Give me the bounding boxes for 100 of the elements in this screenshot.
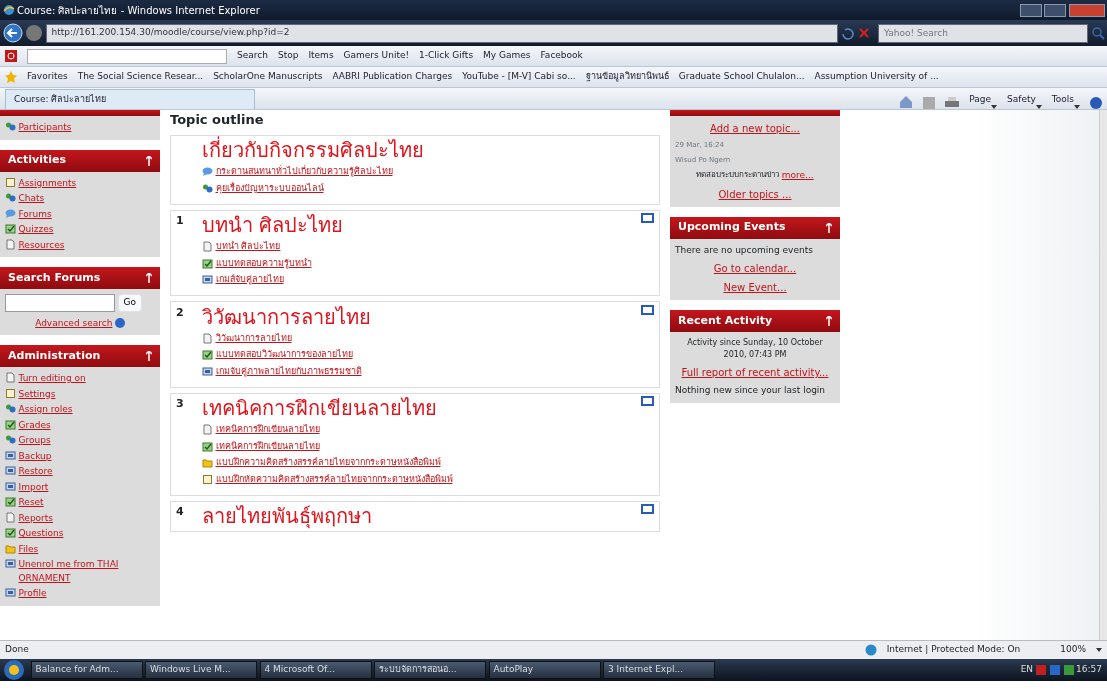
sidebar-link[interactable]: Turn editing on	[18, 372, 86, 386]
block-link[interactable]: Add a new topic...	[675, 121, 835, 136]
news-text: ทดสอบระบบกระดานข่าว	[696, 169, 780, 181]
language-indicator[interactable]: EN	[1020, 663, 1034, 677]
sidebar-link[interactable]: Restore	[18, 465, 53, 479]
block-title: Administration	[8, 347, 101, 364]
card-icon	[5, 480, 16, 492]
clock: 16:57	[1076, 663, 1102, 677]
sidebar-link[interactable]: Unenrol me from THAI ORNAMENT	[18, 558, 129, 585]
scrollbar[interactable]	[1099, 110, 1107, 640]
activity-link[interactable]: แบบฝึกความคิดสร้างสรรค์ลายไทยจากกระดาษหนังสือพิมพ์	[215, 456, 441, 470]
window-icon	[641, 213, 654, 223]
sidebar-link[interactable]: Assignments	[18, 176, 77, 190]
sidebar-link[interactable]: Backup	[18, 449, 52, 463]
card-icon	[5, 558, 16, 569]
favorite-link[interactable]: YouTube - [M-V] Cabi so...	[462, 70, 576, 84]
taskbar-button[interactable]: ระบบจัดการสอนอ...	[374, 661, 486, 679]
checklist-icon	[202, 440, 213, 452]
activity-link[interactable]: แบบฝึกหัดความคิดสร้างสรรค์ลายไทยจากกระดาษหนังสือพิมพ์	[215, 472, 453, 486]
address-field[interactable]: http://161.200.154.30/moodle/course/view.php?id=2	[45, 23, 838, 43]
block-link[interactable]: New Event...	[675, 280, 835, 295]
box-icon	[202, 473, 213, 485]
people-icon	[202, 182, 213, 194]
zoom-control[interactable]: 100%	[1060, 643, 1086, 657]
favorite-link[interactable]: The Social Science Resear...	[77, 70, 204, 84]
toolbar-search-field[interactable]	[27, 48, 227, 64]
sidebar-link[interactable]: Participants	[18, 121, 72, 135]
toolbar-button[interactable]: 1-Click Gifts	[419, 49, 474, 63]
activity-link[interactable]: วิวัฒนาการลายไทย	[215, 331, 292, 345]
toolbar-button[interactable]: Items	[308, 49, 334, 63]
sidebar-link[interactable]: Profile	[18, 587, 47, 601]
block-link[interactable]: Older topics ...	[675, 186, 835, 202]
toggle-icon	[826, 316, 832, 326]
command-menu[interactable]: Safety	[1007, 93, 1036, 109]
activity-link[interactable]: แบบทดสอบความรู้บทนำ	[215, 256, 312, 270]
taskbar-button[interactable]: 3 Internet Expl...	[603, 661, 715, 679]
toolbar-button[interactable]: My Games	[483, 49, 531, 63]
search-field[interactable]	[5, 294, 115, 312]
taskbar-button[interactable]: 4 Microsoft Of...	[259, 661, 372, 679]
activity-link[interactable]: เทคนิคการฝึกเขียนลายไทย	[215, 439, 320, 453]
favorite-link[interactable]: Favorites	[27, 70, 68, 84]
activity-link[interactable]: เทคนิคการฝึกเขียนลายไทย	[215, 423, 320, 437]
card-icon	[202, 274, 213, 286]
advanced-search-link[interactable]: Advanced search	[35, 316, 113, 330]
sidebar-link[interactable]: Resources	[18, 238, 65, 252]
toggle-icon	[146, 155, 152, 166]
block-title: Activities	[8, 152, 67, 169]
minimize-button[interactable]	[1019, 3, 1042, 17]
activity-link[interactable]: บทนำ ศิลปะไทย	[215, 240, 281, 254]
section-number: 4	[176, 504, 185, 520]
block-link[interactable]: Full report of recent activity...	[675, 365, 835, 380]
card-icon	[202, 365, 213, 377]
command-menu[interactable]: Page	[969, 93, 992, 109]
taskbar-button[interactable]: Balance for Adm...	[30, 661, 143, 679]
refresh-icon	[840, 26, 854, 40]
close-button[interactable]	[1068, 3, 1105, 17]
sidebar-link[interactable]: Forums	[18, 207, 52, 221]
favorite-link[interactable]: ฐานข้อมูลวิทยานิพนธ์	[585, 70, 669, 84]
activity-link[interactable]: กระดานสนทนาทั่วไปเกี่ยวกับความรู้ศิลปะไทย	[215, 165, 393, 179]
browser-logo-icon	[2, 4, 15, 16]
block-text: Nothing new since your last login	[675, 384, 827, 397]
taskbar-button[interactable]: Windows Live M...	[145, 661, 257, 679]
favorite-link[interactable]: AABRI Publication Charges	[332, 70, 453, 84]
sidebar-link[interactable]: Chats	[18, 192, 45, 206]
sidebar-link[interactable]: Reports	[18, 511, 54, 525]
back-icon	[2, 23, 23, 43]
activity-link[interactable]: คุยเรื่องปัญหาระบบออนไลน์	[215, 181, 324, 195]
activity-link[interactable]: เกมจับคู่ภาพลายไทยกับภาพธรรมชาติ	[215, 364, 362, 378]
block-link[interactable]: Go to calendar...	[675, 261, 835, 276]
sidebar-link[interactable]: Groups	[18, 434, 51, 448]
checklist-icon	[5, 418, 16, 430]
activity-link[interactable]: เกมส์จับคู่ลายไทย	[215, 273, 284, 287]
toolbar-button[interactable]: Gamers Unite!	[343, 49, 410, 63]
sidebar-link[interactable]: Quizzes	[18, 223, 54, 237]
more-link[interactable]: more...	[781, 169, 814, 183]
activity-link[interactable]: แบบทดสอบวิวัฒนาการของลายไทย	[215, 348, 353, 362]
sidebar-link[interactable]: Grades	[18, 418, 51, 432]
sidebar-link[interactable]: Reset	[18, 496, 44, 510]
section-title: เทคนิคการฝึกเขียนลายไทย	[202, 396, 438, 420]
sidebar-link[interactable]: Files	[18, 542, 39, 556]
sidebar-link[interactable]: Settings	[18, 387, 56, 401]
sidebar-link[interactable]: Import	[18, 480, 49, 494]
taskbar-button[interactable]: AutoPlay	[488, 661, 601, 679]
box-icon	[5, 176, 16, 188]
maximize-button[interactable]	[1044, 3, 1066, 17]
favorite-link[interactable]: ScholarOne Manuscripts	[213, 70, 323, 84]
favorite-link[interactable]: Graduate School Chulalon...	[678, 70, 805, 84]
go-button[interactable]: Go	[117, 294, 142, 312]
toolbar-button[interactable]: Stop	[277, 49, 299, 63]
command-menu[interactable]: Tools	[1051, 93, 1074, 109]
sidebar-link[interactable]: Assign roles	[18, 403, 73, 417]
favorite-link[interactable]: Assumption University of ...	[814, 70, 939, 84]
status-text: Done	[5, 643, 29, 657]
sidebar-link[interactable]: Questions	[18, 527, 64, 541]
checklist-icon	[202, 257, 213, 269]
toolbar-button[interactable]: Search	[237, 49, 268, 63]
search-field[interactable]: Yahoo! Search	[878, 23, 1088, 43]
checklist-icon	[5, 527, 16, 538]
toolbar-button[interactable]: Facebook	[540, 49, 583, 63]
browser-tab[interactable]: Course: ศิลปะลายไทย	[5, 89, 255, 109]
